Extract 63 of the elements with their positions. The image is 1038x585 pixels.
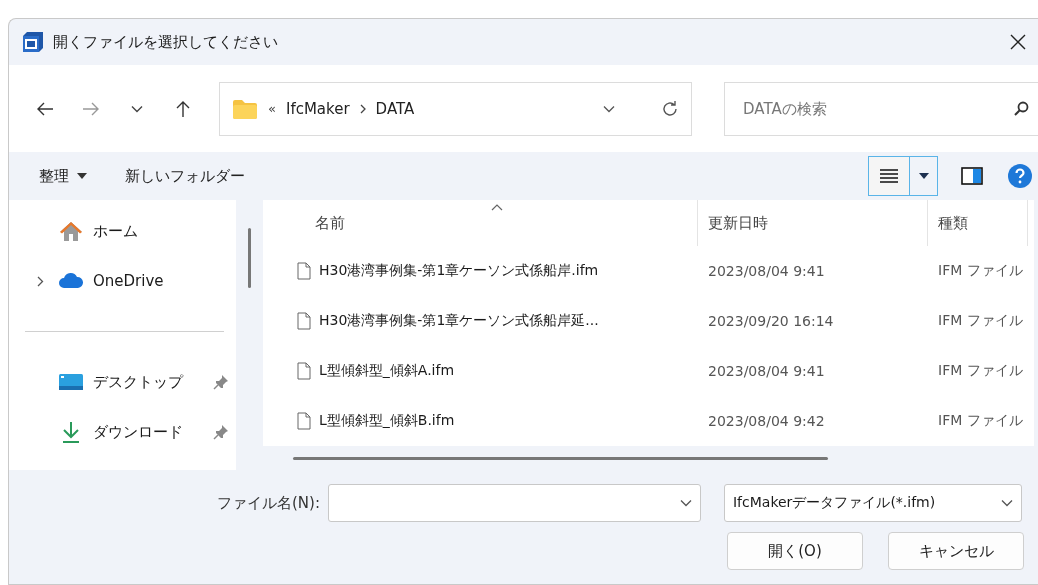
organize-button[interactable]: 整理 [31, 162, 95, 190]
scrollbar-thumb[interactable] [248, 228, 251, 288]
sidebar-item[interactable]: ホーム [9, 206, 236, 256]
cloud-icon [58, 273, 84, 289]
modified-date: 2023/08/04 9:41 [707, 263, 826, 279]
view-button[interactable] [869, 157, 909, 195]
filename-field[interactable] [328, 484, 701, 522]
dropdown-icon [603, 104, 615, 113]
search-icon [1013, 100, 1029, 117]
sort-icon [491, 204, 503, 211]
column-header[interactable]: 名前 [315, 213, 345, 233]
cancel-button[interactable]: キャンセル [888, 532, 1024, 570]
search-field[interactable]: DATAの検索 [741, 98, 1013, 119]
file-icon [297, 362, 311, 380]
chevron-icon [359, 103, 366, 114]
left-arrow-icon [36, 100, 54, 117]
file-icon [297, 412, 311, 430]
search-box[interactable]: DATAの検索 [724, 81, 1038, 136]
breadcrumb-item[interactable]: DATA [375, 99, 415, 118]
breadcrumb-item[interactable]: IfcMaker [285, 99, 350, 118]
download-icon [60, 420, 82, 444]
file-type: IFM ファイル [937, 412, 1024, 430]
open-button[interactable]: 開く(O) [727, 532, 863, 570]
desktop-icon [58, 373, 84, 391]
file-name[interactable]: L型傾斜型_傾斜A.ifm [319, 362, 455, 380]
file-type-dropdown[interactable]: IfcMakerデータファイル(*.ifm) [724, 484, 1022, 522]
file-name[interactable]: H30港湾事例集-第1章ケーソン式係船岸延... [319, 312, 599, 330]
scrollbar-thumb[interactable] [293, 456, 828, 460]
right-arrow-icon [82, 100, 100, 117]
sidebar-item[interactable]: OneDrive [9, 256, 236, 306]
file-name[interactable]: L型傾斜型_傾斜B.ifm [319, 412, 455, 430]
address-bar[interactable]: « IfcMaker DATA [219, 81, 692, 136]
sidebar-item[interactable]: デスクトップ [9, 357, 236, 407]
caret-icon [77, 173, 87, 179]
column-header[interactable]: 種類 [938, 213, 968, 233]
modified-date: 2023/09/20 16:14 [707, 313, 835, 329]
pane-icon [961, 167, 983, 185]
close-icon [1010, 34, 1026, 50]
filename-label: ファイル名(N): [217, 493, 320, 513]
refresh-icon[interactable] [661, 99, 679, 118]
file-type: IFM ファイル [937, 312, 1024, 330]
new-folder-button[interactable]: 新しいフォルダー [117, 162, 253, 190]
chevron-down-icon [131, 104, 143, 113]
home-icon [59, 220, 83, 242]
overflow-indicator[interactable]: « [268, 101, 276, 116]
dropdown-icon [1001, 499, 1013, 507]
modified-date: 2023/08/04 9:41 [707, 363, 826, 379]
modified-date: 2023/08/04 9:42 [707, 413, 826, 429]
up-arrow-icon [175, 99, 191, 118]
sidebar-item[interactable]: ダウンロード [9, 407, 236, 457]
window-title: 開くファイルを選択してください [53, 32, 279, 52]
folder-icon [232, 98, 258, 119]
help-icon [1007, 163, 1033, 189]
app-icon [21, 31, 45, 53]
file-icon [297, 262, 311, 280]
dropdown-icon [680, 499, 692, 507]
column-header[interactable]: 更新日時 [708, 213, 768, 233]
file-icon [297, 312, 311, 330]
file-type: IFM ファイル [937, 362, 1024, 380]
file-type: IFM ファイル [937, 262, 1024, 280]
list-icon [880, 169, 898, 183]
caret-icon [918, 173, 929, 179]
file-name[interactable]: H30港湾事例集-第1章ケーソン式係船岸.ifm [319, 262, 599, 280]
